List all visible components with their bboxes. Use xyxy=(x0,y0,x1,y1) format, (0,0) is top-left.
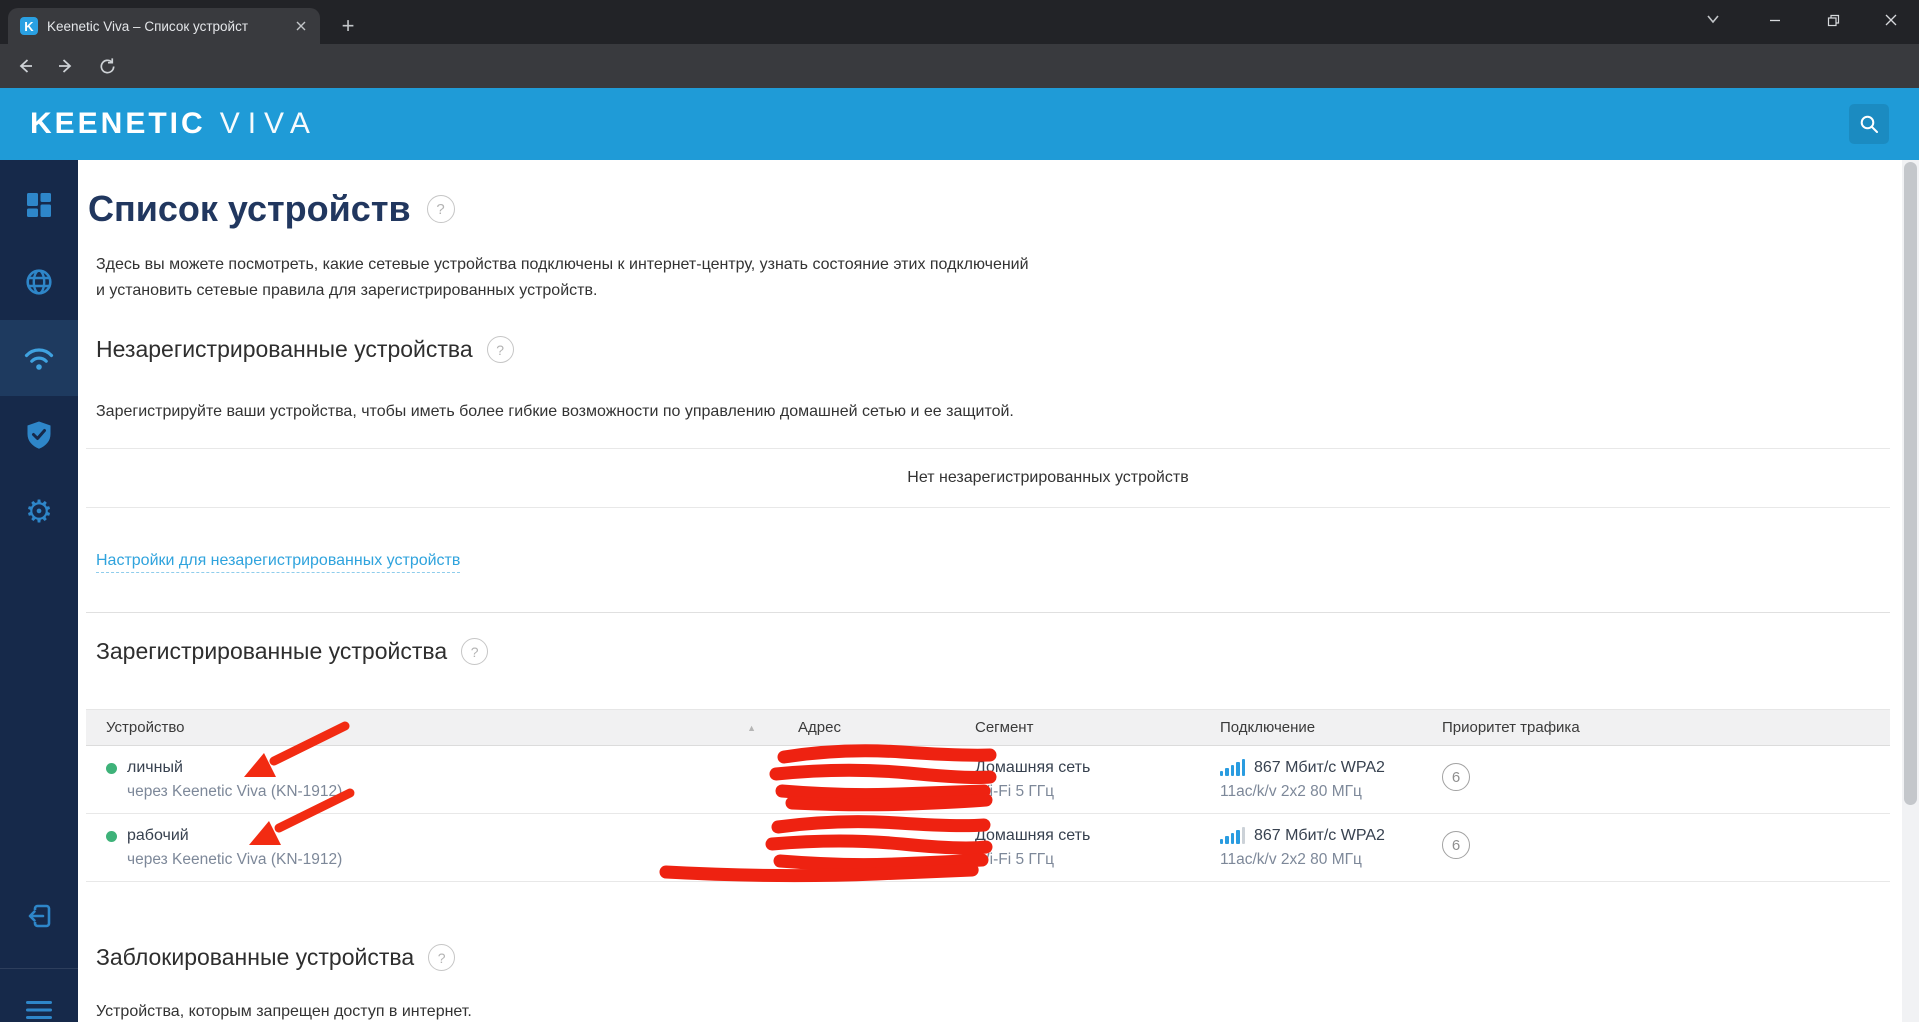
page-title: Список устройств ? xyxy=(88,188,455,230)
sidebar-menu-toggle[interactable] xyxy=(0,982,78,1022)
unregistered-description: Зарегистрируйте ваши устройства, чтобы и… xyxy=(96,403,1014,421)
connection-speed: 867 Мбит/с WPA2 xyxy=(1254,759,1385,777)
browser-tab[interactable]: K Keenetic Viva – Список устройст xyxy=(8,8,320,44)
wifi-icon xyxy=(23,344,55,372)
hamburger-menu-icon xyxy=(26,1001,52,1019)
column-header-device[interactable]: Устройство ▲ xyxy=(86,710,798,745)
logout-icon xyxy=(25,902,53,930)
column-header-priority[interactable]: Приоритет трафика xyxy=(1432,710,1890,745)
device-band: Wi-Fi 5 ГГц xyxy=(975,851,1220,869)
column-header-connection[interactable]: Подключение xyxy=(1220,710,1432,745)
device-name: рабочий xyxy=(127,827,189,845)
brand-secondary: VIVA xyxy=(220,107,318,141)
tab-search-chevron-icon[interactable] xyxy=(1706,14,1720,24)
browser-window: K Keenetic Viva – Список устройст + xyxy=(0,0,1919,1022)
signal-strength-icon xyxy=(1220,759,1245,777)
tab-close-icon[interactable] xyxy=(292,17,310,35)
forward-icon[interactable] xyxy=(51,51,81,81)
sidebar-item-internet[interactable] xyxy=(0,244,78,320)
blocked-help-button[interactable]: ? xyxy=(428,944,455,971)
table-header-row: Устройство ▲ Адрес Сегмент Подключение П… xyxy=(86,709,1890,746)
table-row[interactable]: рабочий через Keenetic Viva (KN-1912) До… xyxy=(86,814,1890,882)
dashboard-grid-icon xyxy=(24,190,54,220)
device-name: личный xyxy=(127,759,183,777)
gear-icon: ⚙ xyxy=(25,497,53,528)
tab-strip: K Keenetic Viva – Список устройст + xyxy=(0,0,1919,44)
window-minimize-button[interactable] xyxy=(1752,0,1798,40)
device-segment: Домашняя сеть xyxy=(975,759,1220,777)
search-button[interactable] xyxy=(1849,104,1889,144)
search-icon xyxy=(1859,114,1879,134)
globe-icon xyxy=(24,267,54,297)
reload-icon[interactable] xyxy=(92,51,122,81)
scrollbar-thumb[interactable] xyxy=(1904,162,1917,805)
intro-line-1: Здесь вы можете посмотреть, какие сетевы… xyxy=(96,252,1029,278)
devices-page: Список устройств ? Здесь вы можете посмо… xyxy=(78,160,1919,1022)
keenetic-logo: KEENETIC VIVA xyxy=(30,88,318,160)
sidebar-item-dashboard[interactable] xyxy=(0,167,78,243)
table-row[interactable]: личный через Keenetic Viva (KN-1912) Дом… xyxy=(86,746,1890,814)
page-intro: Здесь вы можете посмотреть, какие сетевы… xyxy=(96,252,1029,304)
unregistered-help-button[interactable]: ? xyxy=(487,336,514,363)
device-band: Wi-Fi 5 ГГц xyxy=(975,783,1220,801)
sidebar-item-my-networks[interactable] xyxy=(0,320,78,396)
traffic-priority-badge[interactable]: 6 xyxy=(1442,763,1470,791)
unregistered-empty-text: Нет незарегистрированных устройств xyxy=(86,449,1890,507)
registered-section-title: Зарегистрированные устройства ? xyxy=(96,638,488,665)
online-status-dot xyxy=(106,763,117,774)
sidebar-logout[interactable] xyxy=(0,878,78,954)
connection-mode: 11ac/k/v 2x2 80 МГц xyxy=(1220,783,1432,801)
column-header-segment[interactable]: Сегмент xyxy=(975,710,1220,745)
connection-speed: 867 Мбит/с WPA2 xyxy=(1254,827,1385,845)
new-tab-button[interactable]: + xyxy=(334,12,362,40)
registered-devices-table: Устройство ▲ Адрес Сегмент Подключение П… xyxy=(86,709,1890,882)
browser-toolbar: Не защищено my.keenetic.net/controlPanel… xyxy=(0,44,1919,88)
column-header-address[interactable]: Адрес xyxy=(798,710,975,745)
sidebar-item-security[interactable] xyxy=(0,397,78,473)
window-restore-button[interactable] xyxy=(1810,0,1856,40)
app-header: KEENETIC VIVA xyxy=(0,88,1919,160)
device-via: через Keenetic Viva (KN-1912) xyxy=(127,783,798,801)
traffic-priority-badge[interactable]: 6 xyxy=(1442,831,1470,859)
sidebar-nav: ⚙ xyxy=(0,160,78,1022)
registered-help-button[interactable]: ? xyxy=(461,638,488,665)
intro-line-2: и установить сетевые правила для зарегис… xyxy=(96,278,1029,304)
blocked-section-title: Заблокированные устройства ? xyxy=(96,944,455,971)
page-title-text: Список устройств xyxy=(88,188,411,230)
page-help-button[interactable]: ? xyxy=(427,195,455,223)
unregistered-section-title: Незарегистрированные устройства ? xyxy=(96,336,514,363)
window-close-button[interactable] xyxy=(1868,0,1914,40)
unregistered-settings-link[interactable]: Настройки для незарегистрированных устро… xyxy=(96,552,460,573)
section-divider xyxy=(86,612,1890,613)
shield-check-icon xyxy=(25,420,53,450)
divider xyxy=(86,507,1890,508)
blocked-description: Устройства, которым запрещен доступ в ин… xyxy=(96,1003,472,1021)
online-status-dot xyxy=(106,831,117,842)
connection-mode: 11ac/k/v 2x2 80 МГц xyxy=(1220,851,1432,869)
sort-ascending-icon: ▲ xyxy=(747,723,756,733)
sidebar-item-management[interactable]: ⚙ xyxy=(0,474,78,550)
page-scrollbar[interactable] xyxy=(1902,160,1919,1022)
tab-title: Keenetic Viva – Список устройст xyxy=(47,19,265,34)
brand-primary: KEENETIC xyxy=(30,107,206,141)
device-segment: Домашняя сеть xyxy=(975,827,1220,845)
sidebar-divider xyxy=(0,968,78,969)
device-via: через Keenetic Viva (KN-1912) xyxy=(127,851,798,869)
keenetic-favicon: K xyxy=(20,17,38,35)
signal-strength-icon xyxy=(1220,827,1245,845)
back-icon[interactable] xyxy=(10,51,40,81)
